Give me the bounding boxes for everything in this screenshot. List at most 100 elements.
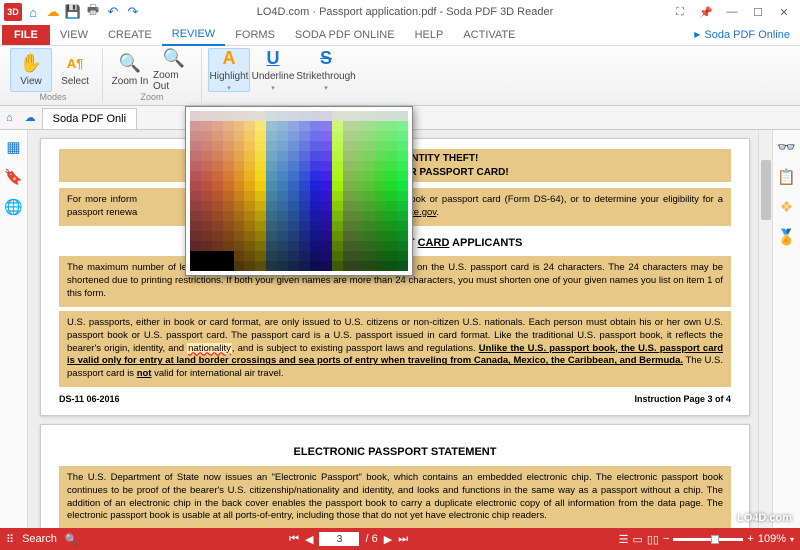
color-swatch[interactable] <box>223 181 234 191</box>
color-swatch[interactable] <box>234 181 245 191</box>
tabstrip-home-icon[interactable]: ⌂ <box>0 112 19 124</box>
color-swatch[interactable] <box>321 171 332 181</box>
color-swatch[interactable] <box>277 201 288 211</box>
tab-sodapdf-online[interactable]: SODA PDF ONLINE <box>285 25 405 45</box>
color-swatch[interactable] <box>201 151 212 161</box>
color-swatch[interactable] <box>386 171 397 181</box>
color-swatch[interactable] <box>212 181 223 191</box>
color-swatch[interactable] <box>364 131 375 141</box>
color-swatch[interactable] <box>234 131 245 141</box>
color-swatch[interactable] <box>244 191 255 201</box>
color-swatch[interactable] <box>190 161 201 171</box>
color-swatch[interactable] <box>190 111 201 121</box>
tabstrip-cloud-icon[interactable]: ☁ <box>19 111 42 124</box>
zoom-percent[interactable]: 109% <box>758 533 786 545</box>
color-swatch[interactable] <box>244 161 255 171</box>
color-swatch[interactable] <box>190 121 201 131</box>
color-swatch[interactable] <box>255 131 266 141</box>
color-swatch[interactable] <box>234 141 245 151</box>
color-swatch[interactable] <box>212 141 223 151</box>
color-swatch[interactable] <box>397 141 408 151</box>
color-swatch[interactable] <box>266 221 277 231</box>
pin-icon[interactable]: 📌 <box>694 3 718 21</box>
color-swatch[interactable] <box>244 151 255 161</box>
color-swatch[interactable] <box>375 241 386 251</box>
color-swatch[interactable] <box>201 111 212 121</box>
color-swatch[interactable] <box>321 211 332 221</box>
color-swatch[interactable] <box>353 181 364 191</box>
color-swatch[interactable] <box>190 131 201 141</box>
color-swatch[interactable] <box>332 141 343 151</box>
color-swatch[interactable] <box>266 111 277 121</box>
tab-review[interactable]: REVIEW <box>162 24 225 46</box>
view-mode-single-icon[interactable]: ▭ <box>632 533 642 546</box>
color-swatch[interactable] <box>299 251 310 261</box>
color-swatch[interactable] <box>201 251 212 261</box>
color-swatch[interactable] <box>375 221 386 231</box>
color-swatch[interactable] <box>190 171 201 181</box>
color-swatch[interactable] <box>212 201 223 211</box>
color-swatch[interactable] <box>190 141 201 151</box>
clipboard-icon[interactable]: 📋 <box>777 168 796 186</box>
color-swatch[interactable] <box>266 181 277 191</box>
color-swatch[interactable] <box>234 251 245 261</box>
color-swatch[interactable] <box>310 131 321 141</box>
zoom-slider[interactable] <box>673 538 743 541</box>
color-swatch[interactable] <box>310 251 321 261</box>
color-swatch[interactable] <box>201 181 212 191</box>
bookmarks-icon[interactable]: 🔖 <box>4 168 23 186</box>
maximize-button[interactable]: ☐ <box>746 3 770 21</box>
color-swatch[interactable] <box>397 221 408 231</box>
color-swatch[interactable] <box>223 161 234 171</box>
color-swatch[interactable] <box>255 241 266 251</box>
color-swatch[interactable] <box>386 131 397 141</box>
color-swatch[interactable] <box>212 131 223 141</box>
color-swatch[interactable] <box>277 141 288 151</box>
color-swatch[interactable] <box>343 261 354 271</box>
color-swatch[interactable] <box>375 211 386 221</box>
color-swatch[interactable] <box>255 191 266 201</box>
color-swatch[interactable] <box>244 121 255 131</box>
print-icon[interactable]: 🖶 <box>84 3 102 21</box>
color-swatch[interactable] <box>255 141 266 151</box>
color-swatch[interactable] <box>353 211 364 221</box>
color-swatch[interactable] <box>321 141 332 151</box>
color-swatch[interactable] <box>310 141 321 151</box>
color-swatch[interactable] <box>234 241 245 251</box>
color-swatch[interactable] <box>321 231 332 241</box>
color-swatch[interactable] <box>343 161 354 171</box>
color-swatch[interactable] <box>343 201 354 211</box>
color-swatch[interactable] <box>212 151 223 161</box>
color-swatch[interactable] <box>266 131 277 141</box>
thumbnails-icon[interactable]: ▦ <box>6 138 20 156</box>
color-swatch[interactable] <box>266 231 277 241</box>
color-swatch[interactable] <box>266 201 277 211</box>
select-mode-button[interactable]: A¶Select <box>54 48 96 92</box>
color-swatch[interactable] <box>190 241 201 251</box>
color-swatch[interactable] <box>343 151 354 161</box>
first-page-button[interactable]: ⏮ <box>289 533 299 546</box>
redo-icon[interactable]: ↷ <box>124 3 142 21</box>
color-swatch[interactable] <box>190 151 201 161</box>
color-swatch[interactable] <box>266 171 277 181</box>
color-swatch[interactable] <box>343 181 354 191</box>
color-swatch[interactable] <box>234 121 245 131</box>
soda-pdf-online-link[interactable]: Soda PDF Online <box>694 29 798 41</box>
color-swatch[interactable] <box>353 141 364 151</box>
color-swatch[interactable] <box>310 161 321 171</box>
color-swatch[interactable] <box>277 251 288 261</box>
fullscreen-icon[interactable]: ⛶ <box>668 3 692 21</box>
color-swatch[interactable] <box>288 171 299 181</box>
tab-view[interactable]: VIEW <box>50 25 98 45</box>
color-swatch[interactable] <box>310 171 321 181</box>
color-swatch[interactable] <box>223 141 234 151</box>
strikethrough-button[interactable]: SStrikethrough▾ <box>296 48 356 92</box>
color-swatch[interactable] <box>212 161 223 171</box>
minimize-button[interactable]: — <box>720 3 744 21</box>
color-swatch[interactable] <box>223 251 234 261</box>
color-swatch[interactable] <box>299 221 310 231</box>
color-swatch[interactable] <box>234 191 245 201</box>
color-swatch[interactable] <box>223 111 234 121</box>
color-swatch[interactable] <box>343 231 354 241</box>
view-mode-book-icon[interactable]: ▯▯ <box>647 533 659 546</box>
